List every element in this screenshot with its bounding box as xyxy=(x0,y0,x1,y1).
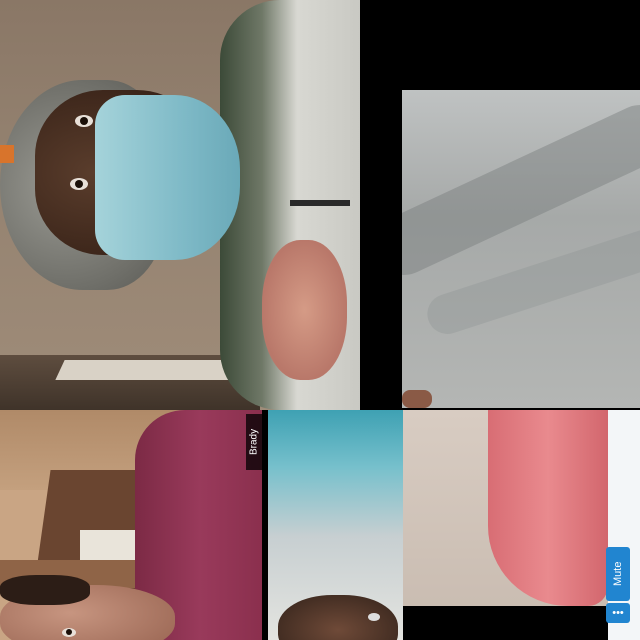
participant-video-tile-4[interactable] xyxy=(268,410,403,640)
more-options-button[interactable]: ••• xyxy=(606,603,630,623)
hand xyxy=(262,240,347,380)
face-mask xyxy=(95,95,240,260)
pink-shirt xyxy=(488,410,608,606)
eye xyxy=(368,613,380,621)
eye xyxy=(75,115,93,127)
eye xyxy=(62,628,76,637)
face xyxy=(278,595,398,640)
participant-video-tile-5[interactable]: Mute ••• xyxy=(403,410,640,640)
participant-name-label: Brady xyxy=(246,414,262,470)
participant-video-tile-2[interactable] xyxy=(402,90,640,408)
participant-video-tile-3[interactable]: Brady xyxy=(0,410,262,640)
participant-video-tile-1[interactable] xyxy=(0,0,360,410)
hat-tag xyxy=(0,145,14,163)
mute-button[interactable]: Mute xyxy=(606,547,630,601)
hair xyxy=(0,575,90,605)
eye xyxy=(70,178,88,190)
zipper xyxy=(290,200,350,206)
hand xyxy=(402,390,432,408)
